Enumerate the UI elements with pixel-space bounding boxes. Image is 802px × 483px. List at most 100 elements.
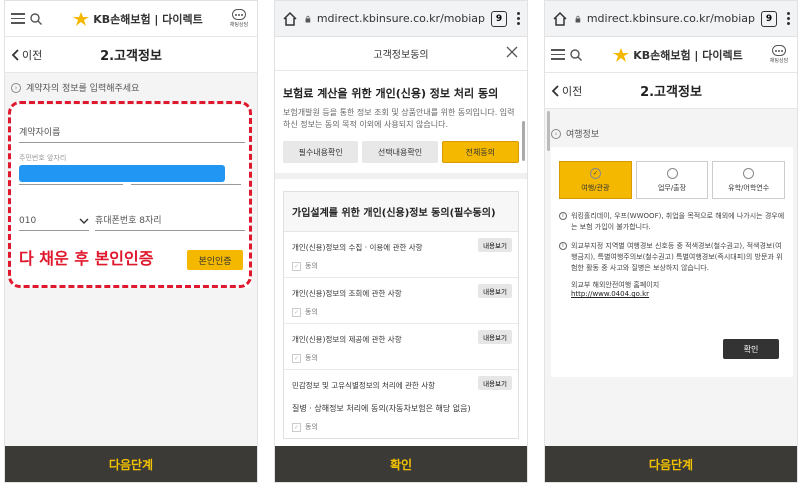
chat-bubble-icon xyxy=(232,9,246,20)
agree-checkbox[interactable]: ✓ 동의 xyxy=(292,422,510,432)
consent-item: 개인(신용)정보의 조회에 관한 사항 내용보기 ✓ 동의 xyxy=(284,278,518,324)
phone-screen-1: KB손해보험 | 다이렉트 채팅상담 이전 2.고객정보 › 계약자의 정보를 … xyxy=(4,0,258,483)
info-note: i 워킹홀리데이, 우프(WWOOF), 취업을 목적으로 해외에 나가시는 경우… xyxy=(551,209,793,233)
tab-count-button[interactable]: 9 xyxy=(491,10,507,27)
option-tourism[interactable]: ✓ 여행/관광 xyxy=(559,161,632,199)
logo-text: KB손해보험 | 다이렉트 xyxy=(93,12,203,26)
kb-star-icon xyxy=(73,11,90,26)
link-label: 외교부 해외안전여행 홈페이지 xyxy=(571,281,660,289)
annotation-text: 다 채운 후 본인인증 xyxy=(19,249,154,268)
option-study[interactable]: 유학/어학연수 xyxy=(712,161,786,199)
agree-checkbox[interactable]: ✓ 동의 xyxy=(292,261,510,271)
consent-segments: 필수내용확인 선택내용확인 전체동의 xyxy=(283,141,519,163)
info-icon: i xyxy=(559,242,567,250)
section-note: › 계약자의 정보를 입력해주세요 xyxy=(5,73,257,102)
more-options-icon[interactable] xyxy=(515,12,521,25)
checkmark-icon: ✓ xyxy=(292,422,301,432)
title-bar: 이전 2.고객정보 xyxy=(5,37,257,73)
modal-header: 고객정보동의 xyxy=(275,37,527,71)
close-icon[interactable] xyxy=(505,45,519,59)
view-content-button[interactable]: 내용보기 xyxy=(478,330,512,344)
checkmark-icon: ✓ xyxy=(292,261,301,271)
agree-checkbox[interactable]: ✓ 동의 xyxy=(292,307,510,317)
chat-consult-button[interactable]: 채팅상담 xyxy=(227,9,251,28)
more-options-icon[interactable] xyxy=(785,12,791,25)
title-bar: 이전 2.고객정보 xyxy=(545,73,797,109)
confirm-button[interactable]: 확인 xyxy=(723,339,779,359)
required-check-button[interactable]: 필수내용확인 xyxy=(283,141,359,163)
section-note: › 여행정보 xyxy=(545,119,797,148)
chat-label: 채팅상담 xyxy=(769,58,789,64)
confirm-button[interactable]: 확인 xyxy=(275,446,527,482)
section-title: 여행정보 xyxy=(566,130,600,140)
tab-count-button[interactable]: 9 xyxy=(761,10,777,27)
modal-title: 고객정보동의 xyxy=(373,50,429,61)
view-content-button[interactable]: 내용보기 xyxy=(478,284,512,298)
option-label: 유학/어학연수 xyxy=(728,183,770,192)
consent-description: 보험개발원 등을 통한 정보 조회 및 상품안내를 위한 동의입니다. 입력하신… xyxy=(283,108,515,129)
optional-check-button[interactable]: 선택내용확인 xyxy=(362,141,438,163)
chevron-left-icon xyxy=(11,48,19,61)
search-icon[interactable] xyxy=(29,12,43,26)
mofa-link[interactable]: http://www.0404.go.kr xyxy=(571,290,649,298)
app-header: KB손해보험 | 다이렉트 채팅상담 xyxy=(545,37,797,73)
lock-icon xyxy=(575,15,581,22)
consent-item: 개인(신용)정보의 제공에 관한 사항 내용보기 ✓ 동의 xyxy=(284,324,518,370)
menu-icon[interactable] xyxy=(11,13,25,24)
chevron-left-icon xyxy=(551,84,559,97)
travel-purpose-options: ✓ 여행/관광 업무/출장 유학/어학연수 xyxy=(551,147,793,209)
travel-info-card: ✓ 여행/관광 업무/출장 유학/어학연수 i 워킹홀리데이, 우프(WWOOF),… xyxy=(551,147,793,377)
home-icon[interactable] xyxy=(281,10,299,28)
agree-all-button[interactable]: 전체동의 xyxy=(441,141,519,163)
search-icon[interactable] xyxy=(569,48,583,62)
back-button[interactable]: 이전 xyxy=(551,83,582,99)
consent-heading: 보험료 계산을 위한 개인(신용) 정보 처리 동의 xyxy=(283,87,499,100)
consent-intro: 보험료 계산을 위한 개인(신용) 정보 처리 동의 보험개발원 등을 통한 정… xyxy=(275,71,527,179)
home-icon[interactable] xyxy=(551,10,569,28)
agree-label: 동의 xyxy=(305,354,318,362)
browser-bar: mdirect.kbinsure.co.kr/mobiap 9 xyxy=(275,1,527,37)
page-title: 2.고객정보 xyxy=(640,85,702,100)
radio-icon xyxy=(743,167,755,179)
next-step-button[interactable]: 다음단계 xyxy=(5,446,257,482)
scrollbar[interactable] xyxy=(547,111,550,151)
info-icon: i xyxy=(559,212,567,220)
back-label: 이전 xyxy=(562,84,583,98)
sensitive-info-line: 질병 · 상해정보 처리에 동의(자동차보험은 해당 없음) xyxy=(292,404,471,413)
kb-star-icon xyxy=(613,47,630,62)
back-button[interactable]: 이전 xyxy=(11,47,42,63)
menu-icon[interactable] xyxy=(551,49,565,60)
option-business[interactable]: 업무/출장 xyxy=(635,161,709,199)
radio-icon xyxy=(666,167,678,179)
option-label: 업무/출장 xyxy=(657,183,687,192)
info-text: 외교부지정 지역별 여행경보 신호등 중 적색경보(철수권고), 적색경보(여행… xyxy=(571,242,783,272)
circle-arrow-icon: › xyxy=(11,82,21,93)
circle-arrow-icon: › xyxy=(551,128,561,139)
view-content-button[interactable]: 내용보기 xyxy=(478,376,512,390)
page-title: 2.고객정보 xyxy=(100,49,162,64)
agree-checkbox[interactable]: ✓ 동의 xyxy=(292,353,510,363)
app-header: KB손해보험 | 다이렉트 채팅상담 xyxy=(5,1,257,37)
note-text: 계약자의 정보를 입력해주세요 xyxy=(26,84,140,94)
consent-item: 민감정보 및 고유식별정보의 처리에 관한 사항 내용보기 질병 · 상해정보 … xyxy=(284,370,518,438)
phone-screen-2: mdirect.kbinsure.co.kr/mobiap 9 고객정보동의 보… xyxy=(274,0,528,483)
option-label: 여행/관광 xyxy=(581,183,610,192)
info-text: 워킹홀리데이, 우프(WWOOF), 취업을 목적으로 해외에 나가시는 경우에… xyxy=(571,212,785,231)
agree-label: 동의 xyxy=(305,423,318,431)
phone-screen-3: mdirect.kbinsure.co.kr/mobiap 9 KB손해보험 |… xyxy=(544,0,798,483)
checkmark-icon: ✓ xyxy=(292,307,301,317)
view-content-button[interactable]: 내용보기 xyxy=(478,238,512,252)
logo-text: KB손해보험 | 다이렉트 xyxy=(633,48,743,62)
url-bar[interactable]: mdirect.kbinsure.co.kr/mobiap xyxy=(305,7,485,31)
url-text: mdirect.kbinsure.co.kr/mobiap xyxy=(316,12,485,25)
kb-logo[interactable]: KB손해보험 | 다이렉트 xyxy=(49,11,227,27)
lock-icon xyxy=(305,15,311,22)
kb-logo[interactable]: KB손해보험 | 다이렉트 xyxy=(589,47,767,63)
url-bar[interactable]: mdirect.kbinsure.co.kr/mobiap xyxy=(575,7,755,31)
chat-consult-button[interactable]: 채팅상담 xyxy=(767,45,791,64)
next-step-button[interactable]: 다음단계 xyxy=(545,446,797,482)
scrollbar[interactable] xyxy=(522,121,525,161)
url-text: mdirect.kbinsure.co.kr/mobiap xyxy=(586,12,755,25)
checkmark-icon: ✓ xyxy=(292,353,301,363)
consent-list: 가입설계를 위한 개인(신용)정보 동의(필수동의) 개인(신용)정보의 수집 … xyxy=(283,191,519,439)
